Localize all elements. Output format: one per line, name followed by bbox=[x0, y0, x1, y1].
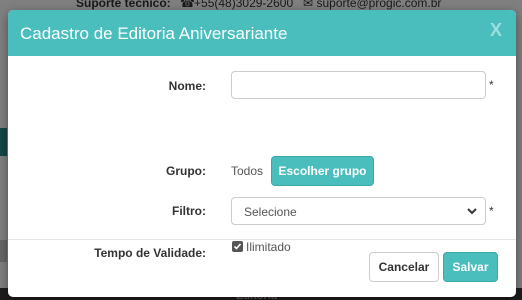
modal-body: Nome: * Grupo: Todos Escolher grupo Filt… bbox=[8, 56, 516, 260]
filtro-label: Filtro: bbox=[172, 204, 206, 218]
save-button[interactable]: Salvar bbox=[443, 252, 498, 282]
cancel-button[interactable]: Cancelar bbox=[369, 252, 439, 282]
filtro-required-mark: * bbox=[489, 204, 494, 218]
nome-label: Nome: bbox=[168, 79, 206, 93]
nome-input[interactable] bbox=[231, 71, 486, 99]
escolher-grupo-button[interactable]: Escolher grupo bbox=[271, 156, 374, 186]
grupo-value: Todos bbox=[231, 164, 264, 178]
filtro-select[interactable]: Selecione bbox=[231, 197, 486, 225]
nome-required-mark: * bbox=[489, 78, 494, 92]
chevron-down-icon bbox=[467, 208, 477, 215]
modal-title: Cadastro de Editoria Aniversariante bbox=[20, 24, 288, 43]
cadastro-modal: Cadastro de Editoria Aniversariante X No… bbox=[8, 10, 516, 297]
modal-footer: Cancelar Salvar bbox=[8, 240, 516, 297]
filtro-selected-value: Selecione bbox=[244, 205, 297, 219]
close-icon[interactable]: X bbox=[490, 20, 502, 41]
grupo-label: Grupo: bbox=[166, 164, 206, 178]
modal-header: Cadastro de Editoria Aniversariante X bbox=[8, 10, 516, 56]
